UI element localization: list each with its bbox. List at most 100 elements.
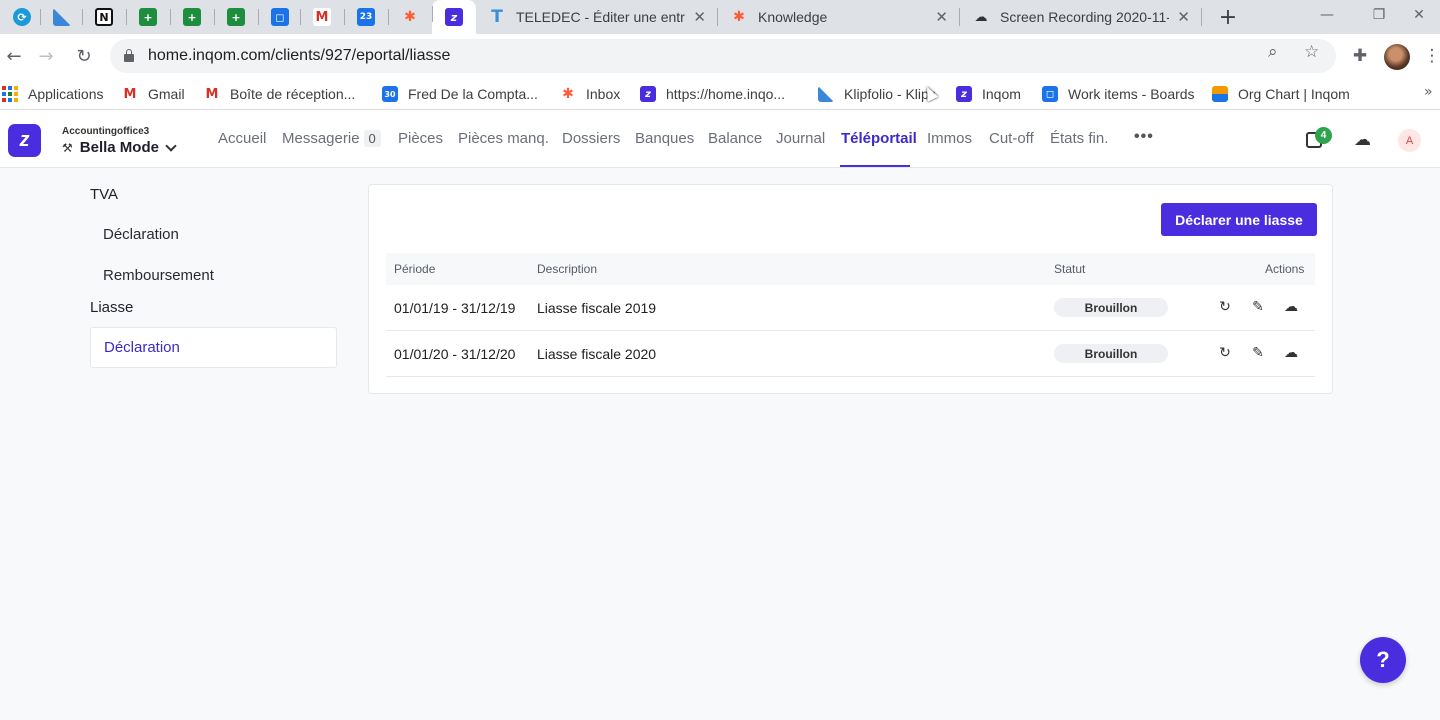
bookmark-inbox-gmail[interactable]: M Boîte de réception... (204, 84, 356, 104)
column-header-statut: Statut (1054, 262, 1086, 276)
pinned-tab-sheets-3[interactable]: + (214, 3, 258, 31)
hammer-icon: ⚒ (62, 140, 73, 155)
extensions-icon[interactable]: ✚ (1346, 42, 1374, 70)
close-icon[interactable]: ✕ (935, 8, 948, 26)
reload-icon[interactable]: ↻ (70, 42, 98, 70)
tab-screen-recording[interactable]: ☁ Screen Recording 2020-11- ✕ (960, 0, 1202, 34)
menu-banques[interactable]: Banques (635, 130, 694, 147)
menu-journal[interactable]: Journal (776, 130, 825, 147)
close-icon[interactable]: ✕ (1177, 8, 1190, 26)
tab-knowledge[interactable]: ✱ Knowledge ✕ (718, 0, 960, 34)
sheets-plus-icon: + (183, 8, 201, 26)
status-badge: Brouillon (1054, 298, 1168, 317)
address-bar[interactable]: home.inqom.com/clients/927/eportal/liass… (110, 39, 1336, 73)
pinned-tab-sheets-2[interactable]: + (170, 3, 214, 31)
azure-boards-icon: ◻ (1042, 86, 1058, 102)
bookmark-work-items[interactable]: ◻ Work items - Boards (1042, 84, 1195, 104)
menu-dossiers[interactable]: Dossiers (562, 130, 620, 147)
edit-pencil-icon[interactable]: ✎ (1248, 297, 1268, 317)
pinned-tab-sheets-1[interactable]: + (126, 3, 170, 31)
row-period: 01/01/20 - 31/12/20 (394, 346, 516, 362)
bookmark-gmail[interactable]: M Gmail (122, 84, 185, 104)
declare-liasse-button[interactable]: Déclarer une liasse (1161, 203, 1317, 236)
gmail-icon: M (123, 86, 137, 102)
menu-pieces-manquantes[interactable]: Pièces manq. (458, 130, 549, 147)
sidebar-group-tva: TVA (90, 186, 119, 203)
bookmark-label: Gmail (148, 86, 185, 102)
bookmarks-bar: Applications M Gmail M Boîte de réceptio… (0, 78, 1440, 110)
bookmark-org-chart[interactable]: Org Chart | Inqom (1212, 84, 1350, 104)
help-button[interactable]: ? (1360, 637, 1406, 683)
column-header-description: Description (537, 262, 598, 276)
pinned-tab-sync[interactable]: ⟳ (0, 3, 44, 31)
table-row: 01/01/20 - 31/12/20 Liasse fiscale 2020 … (386, 331, 1315, 377)
more-menu-icon[interactable]: ••• (1134, 128, 1154, 146)
lock-icon (124, 49, 134, 62)
row-period: 01/01/19 - 31/12/19 (394, 300, 516, 316)
bookmark-klipfolio[interactable]: Klipfolio - Klips (818, 84, 936, 104)
minimize-button[interactable]: — (1304, 0, 1350, 30)
browser-tab-strip: ⟳ N + + + ◻ M 23 ✱ z T TELEDEC - Éditer … (0, 0, 1440, 34)
profile-avatar[interactable] (1384, 44, 1410, 70)
menu-pieces[interactable]: Pièces (398, 130, 443, 147)
bookmark-label: Fred De la Compta... (408, 86, 538, 102)
pinned-tab-outlook[interactable]: ◻ (258, 3, 302, 31)
liasse-card: Déclarer une liasse Période Description … (368, 184, 1333, 394)
menu-etats-fin[interactable]: États fin. (1050, 130, 1108, 147)
chevron-down-icon (165, 139, 177, 152)
klipfolio-icon (53, 8, 71, 26)
outlook-icon: ◻ (271, 8, 289, 26)
org-selector[interactable]: ⚒ Bella Mode (62, 139, 177, 156)
menu-cut-off[interactable]: Cut-off (989, 130, 1034, 147)
sidebar-group-liasse: Liasse (90, 299, 134, 316)
bookmark-label: Inbox (586, 86, 621, 102)
bookmark-calendar[interactable]: 30 Fred De la Compta... (382, 84, 538, 104)
bookmark-inqom[interactable]: z Inqom (956, 84, 1021, 104)
inqom-icon: z (445, 8, 463, 26)
bookmark-star-icon[interactable]: ☆ (1304, 42, 1319, 62)
hubspot-icon: ✱ (562, 86, 574, 102)
zoom-icon[interactable]: ⌕ (1268, 42, 1278, 62)
gmail-icon: M (205, 86, 219, 102)
org-name: Bella Mode (79, 139, 159, 156)
inqom-logo[interactable]: z (8, 124, 41, 157)
menu-accueil[interactable]: Accueil (218, 130, 266, 147)
pinned-tab-hubspot[interactable]: ✱ (388, 3, 432, 31)
sidebar-item-liasse-declaration[interactable]: Déclaration (90, 327, 337, 368)
user-avatar[interactable]: A (1398, 129, 1421, 152)
pinned-tab-klipfolio[interactable] (40, 3, 84, 31)
row-description: Liasse fiscale 2020 (537, 346, 657, 362)
menu-teleportail[interactable]: Téléportail (841, 130, 917, 147)
chrome-menu-icon[interactable]: ⋮ (1418, 42, 1440, 70)
menu-messagerie[interactable]: Messagerie 0 (282, 130, 381, 147)
refresh-icon[interactable]: ↻ (1215, 343, 1235, 363)
edit-pencil-icon[interactable]: ✎ (1248, 343, 1268, 363)
new-tab-button[interactable]: + (1214, 3, 1242, 31)
pinned-tab-inqom-active[interactable]: z (432, 0, 476, 34)
notion-icon: N (95, 8, 113, 26)
window-close-button[interactable]: ✕ (1396, 0, 1440, 30)
close-icon[interactable]: ✕ (693, 8, 706, 26)
bookmark-inqom-url[interactable]: z https://home.inqo... (640, 84, 785, 104)
bookmark-applications[interactable]: Applications (2, 84, 104, 104)
tab-teledec[interactable]: T TELEDEC - Éditer une entrep ✕ (476, 0, 718, 34)
url-text: home.inqom.com/clients/927/eportal/liass… (148, 47, 451, 64)
teledec-icon: T (491, 7, 503, 27)
bookmark-hubspot-inbox[interactable]: ✱ Inbox (560, 84, 620, 104)
pinned-tab-gmail[interactable]: M (300, 3, 344, 31)
active-tab-indicator (840, 165, 910, 167)
back-icon[interactable]: ← (0, 42, 28, 70)
refresh-icon[interactable]: ↻ (1215, 297, 1235, 317)
sidebar-item-tva-remboursement[interactable]: Remboursement (90, 255, 337, 296)
forward-icon[interactable]: → (32, 42, 60, 70)
pinned-tab-notion[interactable]: N (82, 3, 126, 31)
pinned-tab-calendar[interactable]: 23 (344, 3, 388, 31)
cloud-upload-icon[interactable]: ☁ (1281, 343, 1301, 363)
cloud-upload-icon[interactable]: ☁ (1354, 130, 1371, 150)
sidebar-item-tva-declaration[interactable]: Déclaration (90, 214, 337, 255)
menu-immos[interactable]: Immos (927, 130, 972, 147)
sheets-plus-icon: + (139, 8, 157, 26)
cloud-upload-icon[interactable]: ☁ (1281, 297, 1301, 317)
chevron-right-icon[interactable]: » (1424, 84, 1433, 100)
menu-balance[interactable]: Balance (708, 130, 762, 147)
